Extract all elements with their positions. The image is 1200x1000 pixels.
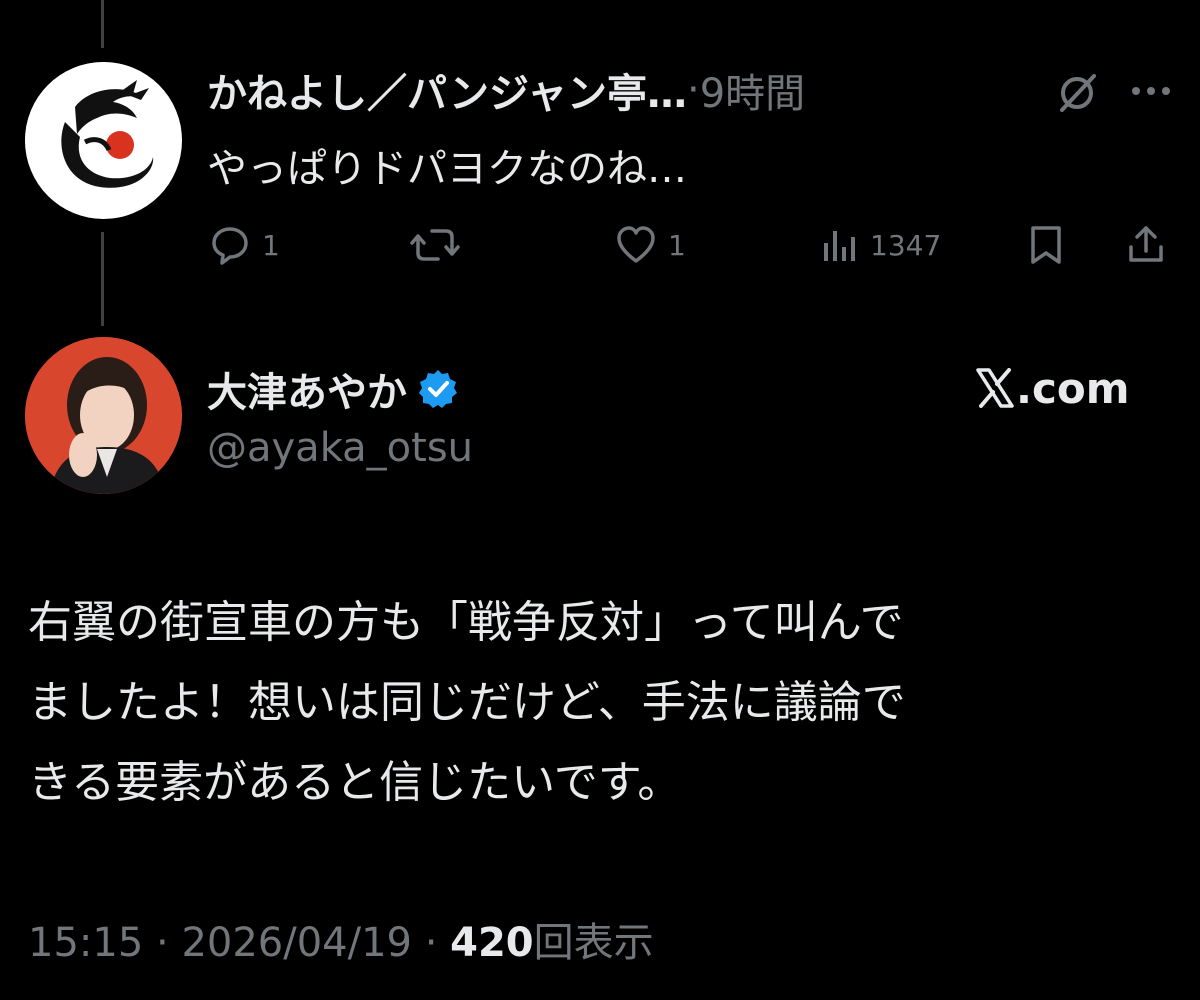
bookmark-button[interactable] [1028, 220, 1064, 270]
reply-button[interactable]: 1 [208, 220, 280, 270]
reply-time[interactable]: 9時間 [700, 61, 805, 119]
view-count: 1347 [870, 228, 942, 262]
x-com-label: .com [1016, 363, 1130, 413]
avatar-photo [25, 337, 182, 494]
bookmark-icon [1031, 226, 1061, 264]
dragon-logo-icon [25, 62, 181, 218]
post-text-line: 右翼の街宣車の方も「戦争反対」って叫んで [28, 597, 904, 648]
more-options-icon[interactable] [1128, 76, 1174, 106]
thread-connector-top [101, 0, 104, 48]
reply-header: かねよし／パンジャン亭… · 9時間 [207, 62, 805, 118]
share-button[interactable] [1126, 220, 1166, 270]
reply-avatar[interactable] [25, 62, 182, 219]
post-meta: 15:15 · 2026/04/19 · 420回表示 [28, 910, 654, 968]
x-logo-icon [976, 368, 1014, 408]
retweet-icon [410, 229, 460, 261]
post-time[interactable]: 15:15 [28, 920, 143, 966]
grok-icon[interactable] [1054, 70, 1100, 116]
reply-text: やっぱりドパヨクなのね… [207, 146, 687, 192]
reply-separator: · [687, 67, 700, 113]
post-text-line: きる要素があると信じたいです。 [28, 757, 682, 808]
post-text: 右翼の街宣車の方も「戦争反対」って叫んで ましたよ！想いは同じだけど、手法に議論… [28, 583, 1178, 823]
like-count: 1 [668, 228, 686, 262]
post-text-line: ましたよ！想いは同じだけど、手法に議論で [28, 677, 906, 728]
post-date[interactable]: 2026/04/19 [181, 920, 412, 966]
reply-count: 1 [262, 228, 280, 262]
retweet-button[interactable] [410, 220, 470, 270]
reply-icon [212, 227, 248, 265]
views-label: 回表示 [533, 920, 654, 966]
share-icon [1129, 226, 1163, 262]
reply-author-name[interactable]: かねよし／パンジャン亭… [207, 61, 687, 119]
reply-action-bar: 1 1 1347 [0, 220, 1200, 270]
analytics-bars-icon [824, 231, 855, 261]
meta-separator: · [411, 920, 451, 966]
views-count[interactable]: 420 [450, 920, 534, 966]
author-name-row: 大津あやか [207, 360, 459, 418]
author-name[interactable]: 大津あやか [207, 360, 407, 418]
meta-separator: · [143, 920, 182, 966]
author-avatar[interactable] [25, 337, 182, 494]
like-button[interactable]: 1 [614, 220, 686, 270]
views-button[interactable]: 1347 [820, 220, 941, 270]
x-com-watermark: .com [976, 360, 1129, 416]
author-handle[interactable]: @ayaka_otsu [207, 425, 473, 471]
verified-badge-icon[interactable] [417, 368, 459, 410]
heart-icon [617, 226, 655, 263]
